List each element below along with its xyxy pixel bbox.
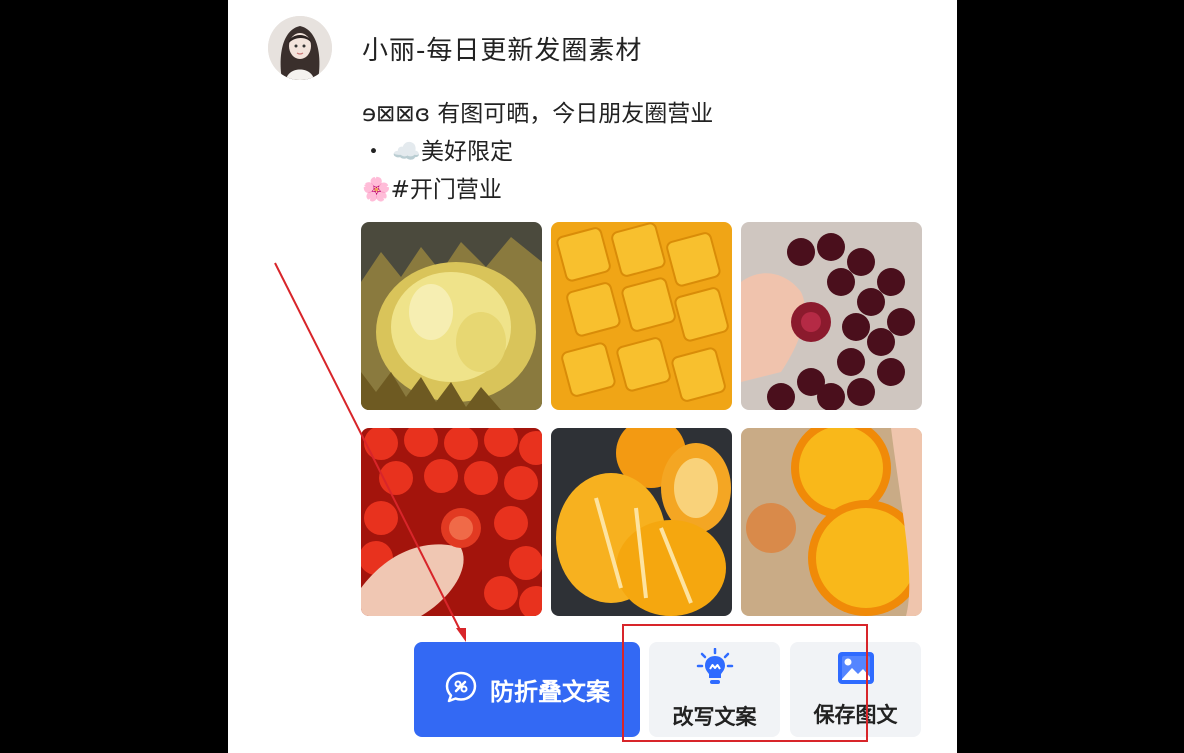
rewrite-copy-label: 改写文案 [672, 705, 757, 729]
post-text-line-2: ・ ☁️美好限定 [362, 139, 513, 165]
chat-bubble-icon [444, 670, 478, 710]
tomato-photo[interactable] [361, 428, 542, 616]
author-name[interactable]: 小丽-每日更新发圈素材 [362, 30, 642, 67]
save-post-label: 保存图文 [813, 703, 898, 727]
anti-fold-copy-label: 防折叠文案 [490, 678, 610, 706]
avatar[interactable] [268, 16, 332, 80]
post-card: 小丽-每日更新发圈素材 ɘ⊠⊠ɞ 有图可晒，今日朋友圈营业 ・ ☁️美好限定 🌸… [228, 0, 957, 753]
orange-photo[interactable] [741, 428, 922, 616]
mango-photo[interactable] [551, 222, 732, 410]
post-text-line-1: ɘ⊠⊠ɞ 有图可晒，今日朋友圈营业 [362, 101, 714, 127]
tangerine-photo[interactable] [551, 428, 732, 616]
lightbulb-icon [696, 647, 734, 693]
durian-photo[interactable] [361, 222, 542, 410]
image-icon [836, 650, 876, 691]
post-text-line-3: 🌸#开门营业 [362, 177, 502, 203]
cherry-photo[interactable] [741, 222, 922, 410]
anti-fold-copy-button[interactable]: 防折叠文案 [414, 642, 640, 737]
save-post-button[interactable]: 保存图文 [790, 642, 921, 737]
rewrite-copy-button[interactable]: 改写文案 [649, 642, 780, 737]
